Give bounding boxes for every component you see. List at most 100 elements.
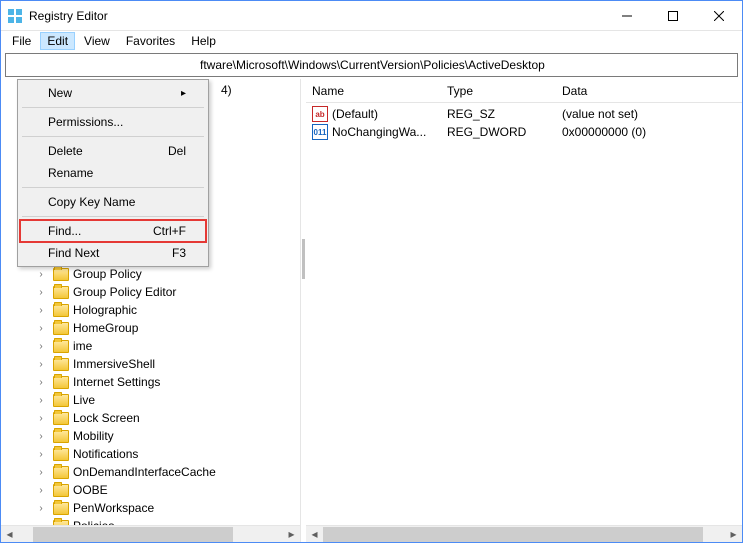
value-row[interactable]: 011NoChangingWa...REG_DWORD0x00000000 (0… bbox=[306, 123, 742, 141]
scroll-left-icon[interactable]: ◂ bbox=[306, 526, 323, 543]
chevron-right-icon[interactable]: › bbox=[35, 323, 47, 334]
value-list[interactable]: ab(Default)REG_SZ(value not set)011NoCha… bbox=[306, 103, 742, 525]
menu-item-find[interactable]: Find...Ctrl+F bbox=[20, 220, 206, 242]
tree-hscrollbar[interactable]: ◂ ▸ bbox=[1, 525, 300, 542]
folder-icon bbox=[53, 448, 69, 461]
menu-item-find-next[interactable]: Find NextF3 bbox=[20, 242, 206, 264]
tree-item[interactable]: › Lock Screen bbox=[29, 409, 300, 427]
menu-item-new[interactable]: New bbox=[20, 82, 206, 104]
chevron-right-icon[interactable]: › bbox=[35, 341, 47, 352]
tree-item[interactable]: › ime bbox=[29, 337, 300, 355]
tree-item[interactable]: › Group Policy Editor bbox=[29, 283, 300, 301]
tree-item[interactable]: ›PenWorkspace bbox=[29, 499, 300, 517]
folder-icon bbox=[53, 376, 69, 389]
tree-item[interactable]: ›Live bbox=[29, 391, 300, 409]
tree-item-label: OnDemandInterfaceCache bbox=[73, 465, 216, 479]
tree-item-label: Group Policy Editor bbox=[73, 285, 176, 299]
tree-item[interactable]: ›Notifications bbox=[29, 445, 300, 463]
tree-item-label: ImmersiveShell bbox=[73, 357, 155, 371]
menu-item-rename[interactable]: Rename bbox=[20, 162, 206, 184]
tree-item-label: Policies bbox=[73, 519, 114, 525]
close-button[interactable] bbox=[696, 1, 742, 30]
window-title: Registry Editor bbox=[29, 9, 604, 23]
folder-icon bbox=[53, 502, 69, 515]
tree-item[interactable]: ›Holographic bbox=[29, 301, 300, 319]
value-data: (value not set) bbox=[556, 107, 742, 121]
values-hscrollbar[interactable]: ◂ ▸ bbox=[306, 525, 742, 542]
chevron-right-icon[interactable]: › bbox=[35, 503, 47, 514]
column-type[interactable]: Type bbox=[441, 84, 556, 98]
tree-item-label: Mobility bbox=[73, 429, 114, 443]
menu-separator bbox=[22, 107, 204, 108]
chevron-right-icon[interactable]: › bbox=[35, 305, 47, 316]
menu-view[interactable]: View bbox=[77, 32, 117, 50]
tree-item[interactable]: › Mobility bbox=[29, 427, 300, 445]
chevron-right-icon[interactable]: › bbox=[35, 431, 47, 442]
chevron-down-icon[interactable]: ⌄ bbox=[35, 521, 47, 526]
menu-help[interactable]: Help bbox=[184, 32, 223, 50]
scroll-right-icon[interactable]: ▸ bbox=[725, 526, 742, 543]
tree-item[interactable]: ⌄ Policies bbox=[29, 517, 300, 525]
column-data[interactable]: Data bbox=[556, 84, 742, 98]
scroll-left-icon[interactable]: ◂ bbox=[1, 526, 18, 543]
tree-item[interactable]: › OOBE bbox=[29, 481, 300, 499]
menu-favorites[interactable]: Favorites bbox=[119, 32, 182, 50]
scroll-thumb[interactable] bbox=[323, 527, 703, 542]
menu-item-delete[interactable]: DeleteDel bbox=[20, 140, 206, 162]
chevron-right-icon[interactable]: › bbox=[35, 449, 47, 460]
value-name: (Default) bbox=[332, 107, 378, 121]
menu-item-permissions[interactable]: Permissions... bbox=[20, 111, 206, 133]
chevron-right-icon[interactable]: › bbox=[35, 467, 47, 478]
tree-item[interactable]: › OnDemandInterfaceCache bbox=[29, 463, 300, 481]
menu-separator bbox=[22, 136, 204, 137]
chevron-right-icon[interactable]: › bbox=[35, 395, 47, 406]
values-pane: Name Type Data ab(Default)REG_SZ(value n… bbox=[306, 79, 742, 542]
tree-pane: 4) New Permissions... DeleteDel Rename C… bbox=[1, 79, 301, 542]
folder-icon bbox=[53, 394, 69, 407]
value-row[interactable]: ab(Default)REG_SZ(value not set) bbox=[306, 105, 742, 123]
maximize-button[interactable] bbox=[650, 1, 696, 30]
tree-item-label: Internet Settings bbox=[73, 375, 160, 389]
tree-item[interactable]: ›Group Policy bbox=[29, 265, 300, 283]
chevron-right-icon[interactable]: › bbox=[35, 377, 47, 388]
folder-icon bbox=[53, 322, 69, 335]
scroll-right-icon[interactable]: ▸ bbox=[283, 526, 300, 543]
tree-item[interactable]: › ImmersiveShell bbox=[29, 355, 300, 373]
folder-icon bbox=[53, 358, 69, 371]
tree-item[interactable]: › Internet Settings bbox=[29, 373, 300, 391]
folder-icon bbox=[53, 520, 69, 526]
chevron-right-icon[interactable]: › bbox=[35, 485, 47, 496]
column-name[interactable]: Name bbox=[306, 84, 441, 98]
folder-icon bbox=[53, 484, 69, 497]
menu-separator bbox=[22, 187, 204, 188]
folder-icon bbox=[53, 304, 69, 317]
menu-item-copy-key-name[interactable]: Copy Key Name bbox=[20, 191, 206, 213]
folder-icon bbox=[53, 466, 69, 479]
string-value-icon: ab bbox=[312, 106, 328, 122]
value-name: NoChangingWa... bbox=[332, 125, 426, 139]
folder-icon bbox=[53, 286, 69, 299]
address-bar[interactable]: ftware\Microsoft\Windows\CurrentVersion\… bbox=[5, 53, 738, 77]
menu-edit[interactable]: Edit bbox=[40, 32, 75, 50]
edit-menu-dropdown: New Permissions... DeleteDel Rename Copy… bbox=[17, 79, 209, 267]
content-area: 4) New Permissions... DeleteDel Rename C… bbox=[1, 79, 742, 542]
chevron-right-icon[interactable]: › bbox=[35, 359, 47, 370]
menu-file[interactable]: File bbox=[5, 32, 38, 50]
column-headers: Name Type Data bbox=[306, 79, 742, 103]
scroll-thumb[interactable] bbox=[33, 527, 233, 542]
chevron-right-icon[interactable]: › bbox=[35, 413, 47, 424]
folder-icon bbox=[53, 340, 69, 353]
chevron-right-icon[interactable]: › bbox=[35, 287, 47, 298]
folder-icon bbox=[53, 268, 69, 281]
tree-item-label: OOBE bbox=[73, 483, 108, 497]
minimize-button[interactable] bbox=[604, 1, 650, 30]
chevron-right-icon[interactable]: › bbox=[35, 269, 47, 280]
tree-item-label: HomeGroup bbox=[73, 321, 138, 335]
registry-editor-window: Registry Editor File Edit View Favorites… bbox=[0, 0, 743, 543]
dword-value-icon: 011 bbox=[312, 124, 328, 140]
menu-separator bbox=[22, 216, 204, 217]
tree-item-label: ime bbox=[73, 339, 92, 353]
tree-item-label: Lock Screen bbox=[73, 411, 140, 425]
tree-item[interactable]: › HomeGroup bbox=[29, 319, 300, 337]
folder-icon bbox=[53, 412, 69, 425]
